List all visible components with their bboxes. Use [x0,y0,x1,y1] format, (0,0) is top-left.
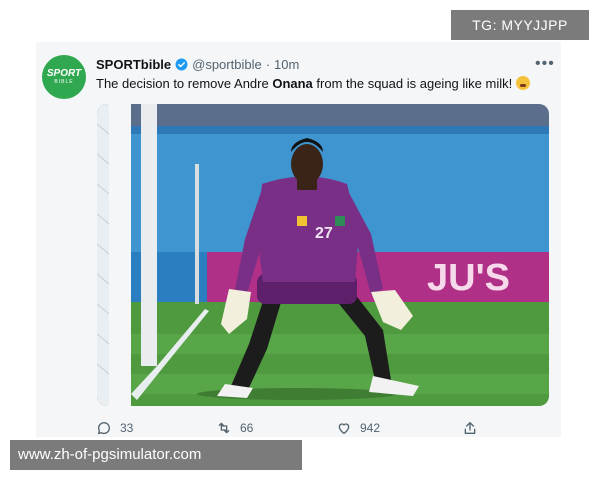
reply-icon [97,422,110,435]
like-count: 942 [360,421,381,435]
watermark-bottom: www.zh-of-pgsimulator.com [10,440,302,470]
retweet-button[interactable]: 66 [216,420,253,436]
watermark-top: TG: MYYJJPP [451,10,589,40]
like-icon [338,423,350,435]
share-icon [464,422,476,434]
tweet-text-part-1: The decision to remove Andre [96,76,273,91]
reply-button[interactable]: 33 [96,420,133,436]
tweet-media-image[interactable]: JU'S 27 [97,104,549,406]
tweet-text: The decision to remove Andre Onana from … [96,76,531,91]
handle[interactable]: @sportbible [192,57,262,72]
ad-board-text: JU'S [427,257,510,299]
like-button[interactable]: 942 [336,420,380,436]
verified-badge-icon [175,58,188,71]
goalkeeper-photo: JU'S 27 [97,104,549,406]
tweet-text-part-2: from the squad is ageing like milk! [312,76,513,91]
more-icon[interactable]: ••• [535,55,555,73]
share-button[interactable] [462,420,478,436]
avatar[interactable]: SPORT BIBLE [42,55,86,99]
separator-dot: · [265,57,271,72]
shirt-number: 27 [315,225,333,242]
retweet-icon [218,422,230,434]
tweet-text-bold: Onana [272,76,313,91]
timestamp[interactable]: 10m [274,57,299,72]
reply-count: 33 [120,421,134,435]
avatar-text-top: SPORT [46,68,82,79]
retweet-count: 66 [240,421,254,435]
display-name[interactable]: SPORTbible [96,57,171,72]
tweet-header: SPORTbible @sportbible · 10m [96,57,299,72]
avatar-text-bottom: BIBLE [54,79,74,85]
tweet-actions: 33 66 942 [96,420,556,440]
emoji-icon [516,76,531,90]
